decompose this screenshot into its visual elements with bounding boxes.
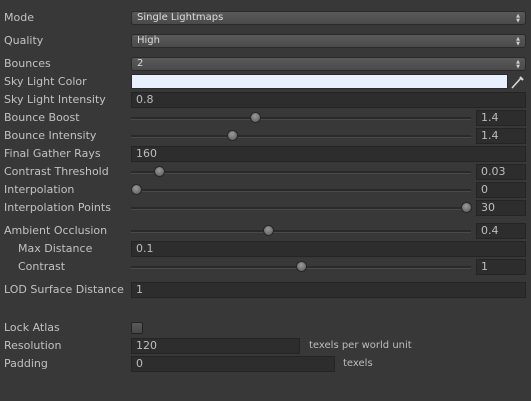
sky-light-intensity-value: 0.8 [136,93,154,106]
final-gather-rays-label: Final Gather Rays [4,147,101,160]
padding-label: Padding [4,357,48,370]
slider-thumb[interactable] [131,184,142,195]
bounces-value: 2 [137,58,144,69]
final-gather-rays-row: Final Gather Rays 160 [0,145,531,163]
eyedropper-icon[interactable] [509,74,525,90]
updown-arrow-icon: ▲ ▼ [516,59,520,70]
slider-track [131,230,471,233]
bounce-intensity-slider[interactable] [131,127,471,145]
mode-label: Mode [4,11,34,24]
contrast-threshold-field[interactable]: 0.03 [476,164,526,180]
padding-row: Padding 0 texels [0,355,531,373]
bounce-intensity-value: 1.4 [481,129,499,142]
quality-dropdown[interactable]: High ▲ ▼ [131,34,526,48]
ambient-occlusion-label: Ambient Occlusion [4,224,108,237]
slider-thumb[interactable] [461,202,472,213]
sky-light-intensity-label: Sky Light Intensity [4,93,106,106]
bounce-boost-row: Bounce Boost 1.4 [0,109,531,127]
max-distance-row: Max Distance 0.1 [0,240,531,258]
slider-track [131,135,471,138]
bounces-dropdown[interactable]: 2 ▲ ▼ [131,57,526,71]
contrast-field[interactable]: 1 [476,259,526,275]
slider-track [131,117,471,120]
slider-track [131,207,471,210]
mode-value: Single Lightmaps [137,12,224,23]
interpolation-row: Interpolation 0 [0,181,531,199]
quality-label: Quality [4,34,44,47]
ambient-occlusion-value: 0.4 [481,224,499,237]
resolution-field[interactable]: 120 [131,338,300,354]
resolution-row: Resolution 120 texels per world unit [0,337,531,355]
resolution-unit: texels per world unit [309,340,412,351]
interpolation-points-row: Interpolation Points 30 [0,199,531,217]
final-gather-rays-field[interactable]: 160 [131,146,526,162]
sky-light-color-row: Sky Light Color [0,73,531,91]
ambient-occlusion-field[interactable]: 0.4 [476,223,526,239]
contrast-threshold-slider[interactable] [131,163,471,181]
ambient-occlusion-slider[interactable] [131,222,471,240]
contrast-threshold-label: Contrast Threshold [4,165,109,178]
bounce-intensity-row: Bounce Intensity 1.4 [0,127,531,145]
interpolation-slider[interactable] [131,181,471,199]
contrast-threshold-row: Contrast Threshold 0.03 [0,163,531,181]
contrast-threshold-value: 0.03 [481,165,506,178]
bounces-label: Bounces [4,57,51,70]
max-distance-label: Max Distance [18,242,93,255]
final-gather-rays-value: 160 [136,147,157,160]
interpolation-points-field[interactable]: 30 [476,200,526,216]
mode-row: Mode Single Lightmaps ▲ ▼ [0,9,531,27]
quality-row: Quality High ▲ ▼ [0,32,531,50]
updown-arrow-icon: ▲ ▼ [516,13,520,24]
sky-light-intensity-field[interactable]: 0.8 [131,92,526,108]
interpolation-points-label: Interpolation Points [4,201,111,214]
interpolation-points-slider[interactable] [131,199,472,217]
padding-value: 0 [136,357,143,370]
lod-surface-distance-label: LOD Surface Distance [4,283,124,296]
interpolation-value: 0 [481,183,488,196]
slider-track [131,171,471,174]
lock-atlas-label: Lock Atlas [4,321,60,334]
updown-arrow-icon: ▲ ▼ [516,36,520,47]
padding-field[interactable]: 0 [131,356,335,372]
sky-light-color-swatch[interactable] [131,74,508,89]
resolution-value: 120 [136,339,157,352]
resolution-label: Resolution [4,339,62,352]
slider-thumb[interactable] [296,261,307,272]
interpolation-points-value: 30 [481,201,495,214]
bounce-boost-label: Bounce Boost [4,111,80,124]
bounce-boost-field[interactable]: 1.4 [476,110,526,126]
max-distance-field[interactable]: 0.1 [131,241,526,257]
contrast-label: Contrast [18,260,66,273]
mode-dropdown[interactable]: Single Lightmaps ▲ ▼ [131,11,526,25]
lock-atlas-checkbox[interactable] [131,322,143,334]
bounce-boost-slider[interactable] [131,109,471,127]
contrast-value: 1 [481,260,488,273]
sky-light-intensity-row: Sky Light Intensity 0.8 [0,91,531,109]
padding-unit: texels [343,358,373,369]
slider-thumb[interactable] [226,130,238,141]
ambient-occlusion-row: Ambient Occlusion 0.4 [0,222,531,240]
contrast-slider[interactable] [131,258,471,276]
max-distance-value: 0.1 [136,242,154,255]
slider-thumb[interactable] [263,225,274,236]
interpolation-field[interactable]: 0 [476,182,526,198]
slider-thumb[interactable] [154,166,166,177]
slider-track [131,189,471,192]
interpolation-label: Interpolation [4,183,75,196]
lod-surface-distance-value: 1 [136,283,143,296]
slider-thumb[interactable] [249,112,261,123]
bounce-boost-value: 1.4 [481,111,499,124]
bounces-row: Bounces 2 ▲ ▼ [0,55,531,73]
bounce-intensity-field[interactable]: 1.4 [476,128,526,144]
lock-atlas-row: Lock Atlas [0,319,531,337]
quality-value: High [137,35,160,46]
lod-surface-distance-field[interactable]: 1 [131,282,526,298]
sky-light-color-label: Sky Light Color [4,75,87,88]
lod-surface-distance-row: LOD Surface Distance 1 [0,281,531,299]
bounce-intensity-label: Bounce Intensity [4,129,97,142]
contrast-row: Contrast 1 [0,258,531,276]
